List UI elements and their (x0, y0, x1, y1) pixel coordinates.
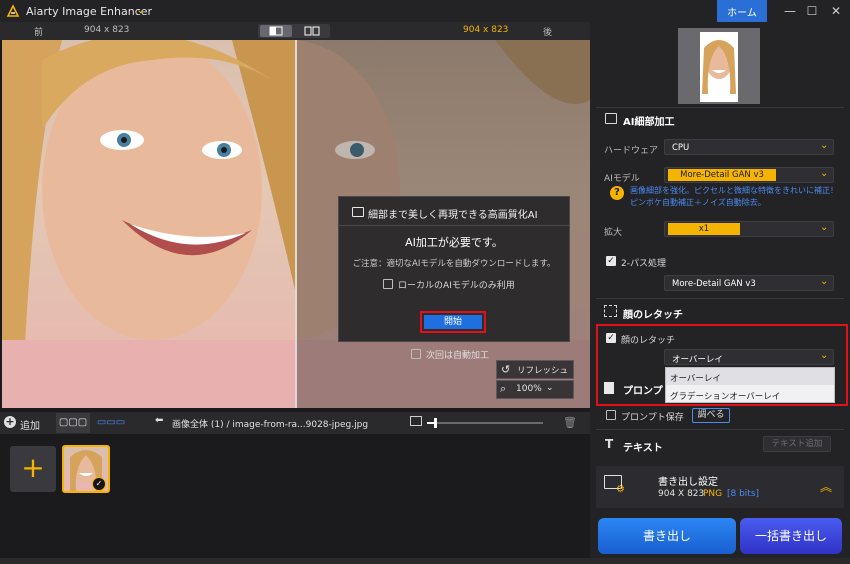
gear-icon: ⚙ (616, 484, 625, 495)
export-bit-depth: [8 bits] (727, 489, 760, 499)
model-label: AIモデル (604, 174, 640, 184)
before-image (2, 40, 295, 408)
prompt-save-label: プロンプト保存 (621, 413, 684, 423)
app-title: Aiarty Image Enhancer (26, 5, 153, 18)
two-pass-checkbox[interactable]: ✓ (606, 256, 616, 266)
close-icon[interactable]: ✕ (826, 3, 846, 19)
face-section-title: 顔のレタッチ (623, 310, 683, 321)
side-by-side-button[interactable] (296, 25, 328, 37)
text-section-title: テキスト (623, 443, 663, 454)
split-view-icon (269, 26, 283, 36)
breadcrumb: 画像全体 (1) / image-from-ra...9028-jpeg.jpg (172, 420, 369, 430)
image-size-icon (410, 416, 422, 426)
document-icon (604, 382, 614, 394)
panel-divider (596, 298, 844, 299)
preview-photo (700, 32, 738, 102)
local-only-checkbox[interactable] (383, 279, 393, 289)
add-button[interactable]: 追加 (20, 417, 40, 432)
trash-icon[interactable]: 🗑 (563, 416, 577, 429)
auto-process-label: 次回は自動加工 (426, 351, 490, 361)
thumbnail-size-slider[interactable] (427, 422, 543, 424)
face-retouch-icon (604, 305, 617, 317)
hardware-value: CPU (672, 143, 690, 153)
two-pass-label: 2-パス処理 (621, 259, 666, 269)
chevron-down-icon: ⌄ (820, 350, 829, 361)
export-button[interactable]: 書き出し (598, 518, 736, 554)
refresh-label: リフレッシュ (517, 366, 569, 376)
export-size: 904 X 823 (658, 489, 705, 499)
grid-view-button[interactable]: ▢▢▢ (56, 413, 90, 433)
hardware-label: ハードウェア (604, 146, 659, 156)
chevron-down-icon: ⌄ (820, 276, 829, 287)
model-help-line-2: ピンボケ自動補正＋ノイズ自動除去。 (630, 198, 766, 207)
panel-divider (596, 429, 844, 430)
search-button[interactable]: 調べる (692, 408, 730, 423)
menu-item-gradient-overlay[interactable]: グラデーションオーバーレイ (670, 390, 780, 402)
app-logo-icon (6, 4, 20, 17)
export-format: PNG (703, 489, 723, 499)
back-arrow-icon[interactable]: ⬅ (155, 415, 163, 426)
dialog-divider (339, 225, 569, 226)
compare-divider[interactable] (295, 40, 297, 408)
before-label: 前 (34, 28, 44, 38)
export-settings-card[interactable] (596, 466, 844, 508)
after-size: 904 x 823 (463, 25, 509, 35)
chevron-down-icon: ⌄ (820, 222, 829, 233)
chevron-down-icon: ⌄ (820, 168, 829, 179)
face-retouch-checkbox[interactable]: ✓ (606, 333, 616, 343)
add-image-button[interactable]: + (10, 446, 56, 492)
add-text-button[interactable]: テキスト追加 (763, 436, 831, 452)
chevron-down-icon: ⌄ (546, 383, 554, 393)
prompt-save-checkbox[interactable] (606, 410, 616, 420)
face-mode-value: オーバーレイ (672, 355, 723, 365)
auto-process-checkbox[interactable] (411, 349, 421, 359)
split-view-button[interactable] (260, 25, 292, 37)
list-view-button[interactable]: ▭▭▭ (94, 413, 128, 433)
ai-section-title: AI細部加工 (623, 117, 675, 128)
chevron-up-icon[interactable]: ︽ (820, 478, 832, 495)
refresh-icon: ↺ (501, 363, 511, 376)
batch-export-button[interactable]: 一括書き出し (740, 518, 842, 554)
monitor-icon (352, 207, 364, 217)
chevron-down-icon[interactable]: ⌄ (136, 3, 145, 16)
panel-divider (596, 107, 844, 108)
two-pass-model-value: More-Detail GAN v3 (672, 279, 756, 289)
enhance-icon (605, 113, 617, 124)
help-icon[interactable]: ? (610, 186, 624, 200)
local-only-label: ローカルのAIモデルのみ利用 (398, 281, 515, 291)
start-button[interactable]: 開始 (424, 315, 482, 329)
side-by-side-icon (304, 26, 320, 36)
maximize-icon[interactable]: ☐ (802, 3, 822, 19)
hardware-select[interactable] (664, 139, 834, 155)
model-value: More-Detail GAN v3 (668, 169, 776, 181)
minimize-icon[interactable]: — (780, 3, 800, 19)
prompt-section-title: プロンプ (623, 386, 663, 397)
preview-thumbnail (678, 28, 760, 104)
zoom-icon: ⌕ (500, 382, 507, 395)
dialog-title: AI加工が必要です。 (405, 236, 503, 249)
dialog-heading: 細部まで美しく再現できる高画質化AI (368, 210, 538, 221)
model-help-line-1: 画像細部を強化。ピクセルと微細な特徴をきれいに補正！ (630, 186, 838, 195)
menu-item-overlay[interactable]: オーバーレイ (670, 372, 721, 384)
before-size: 904 x 823 (84, 25, 130, 35)
after-label: 後 (543, 28, 553, 38)
face-retouch-label: 顔のレタッチ (621, 336, 676, 346)
scale-value: x1 (668, 223, 740, 235)
portrait-photo (2, 40, 295, 408)
text-icon: T (605, 437, 614, 451)
home-button[interactable]: ホーム (717, 0, 767, 22)
scale-label: 拡大 (604, 228, 623, 238)
add-icon[interactable]: + (4, 416, 16, 428)
dialog-note: ご注意：適切なAIモデルを自動ダウンロードします。 (352, 259, 556, 269)
processed-check-icon: ✓ (92, 477, 106, 491)
chevron-down-icon: ⌄ (820, 140, 829, 151)
slider-handle[interactable] (434, 418, 437, 428)
export-settings-title: 書き出し設定 (658, 477, 718, 488)
status-strip (0, 558, 850, 564)
zoom-value: 100% (516, 384, 542, 394)
